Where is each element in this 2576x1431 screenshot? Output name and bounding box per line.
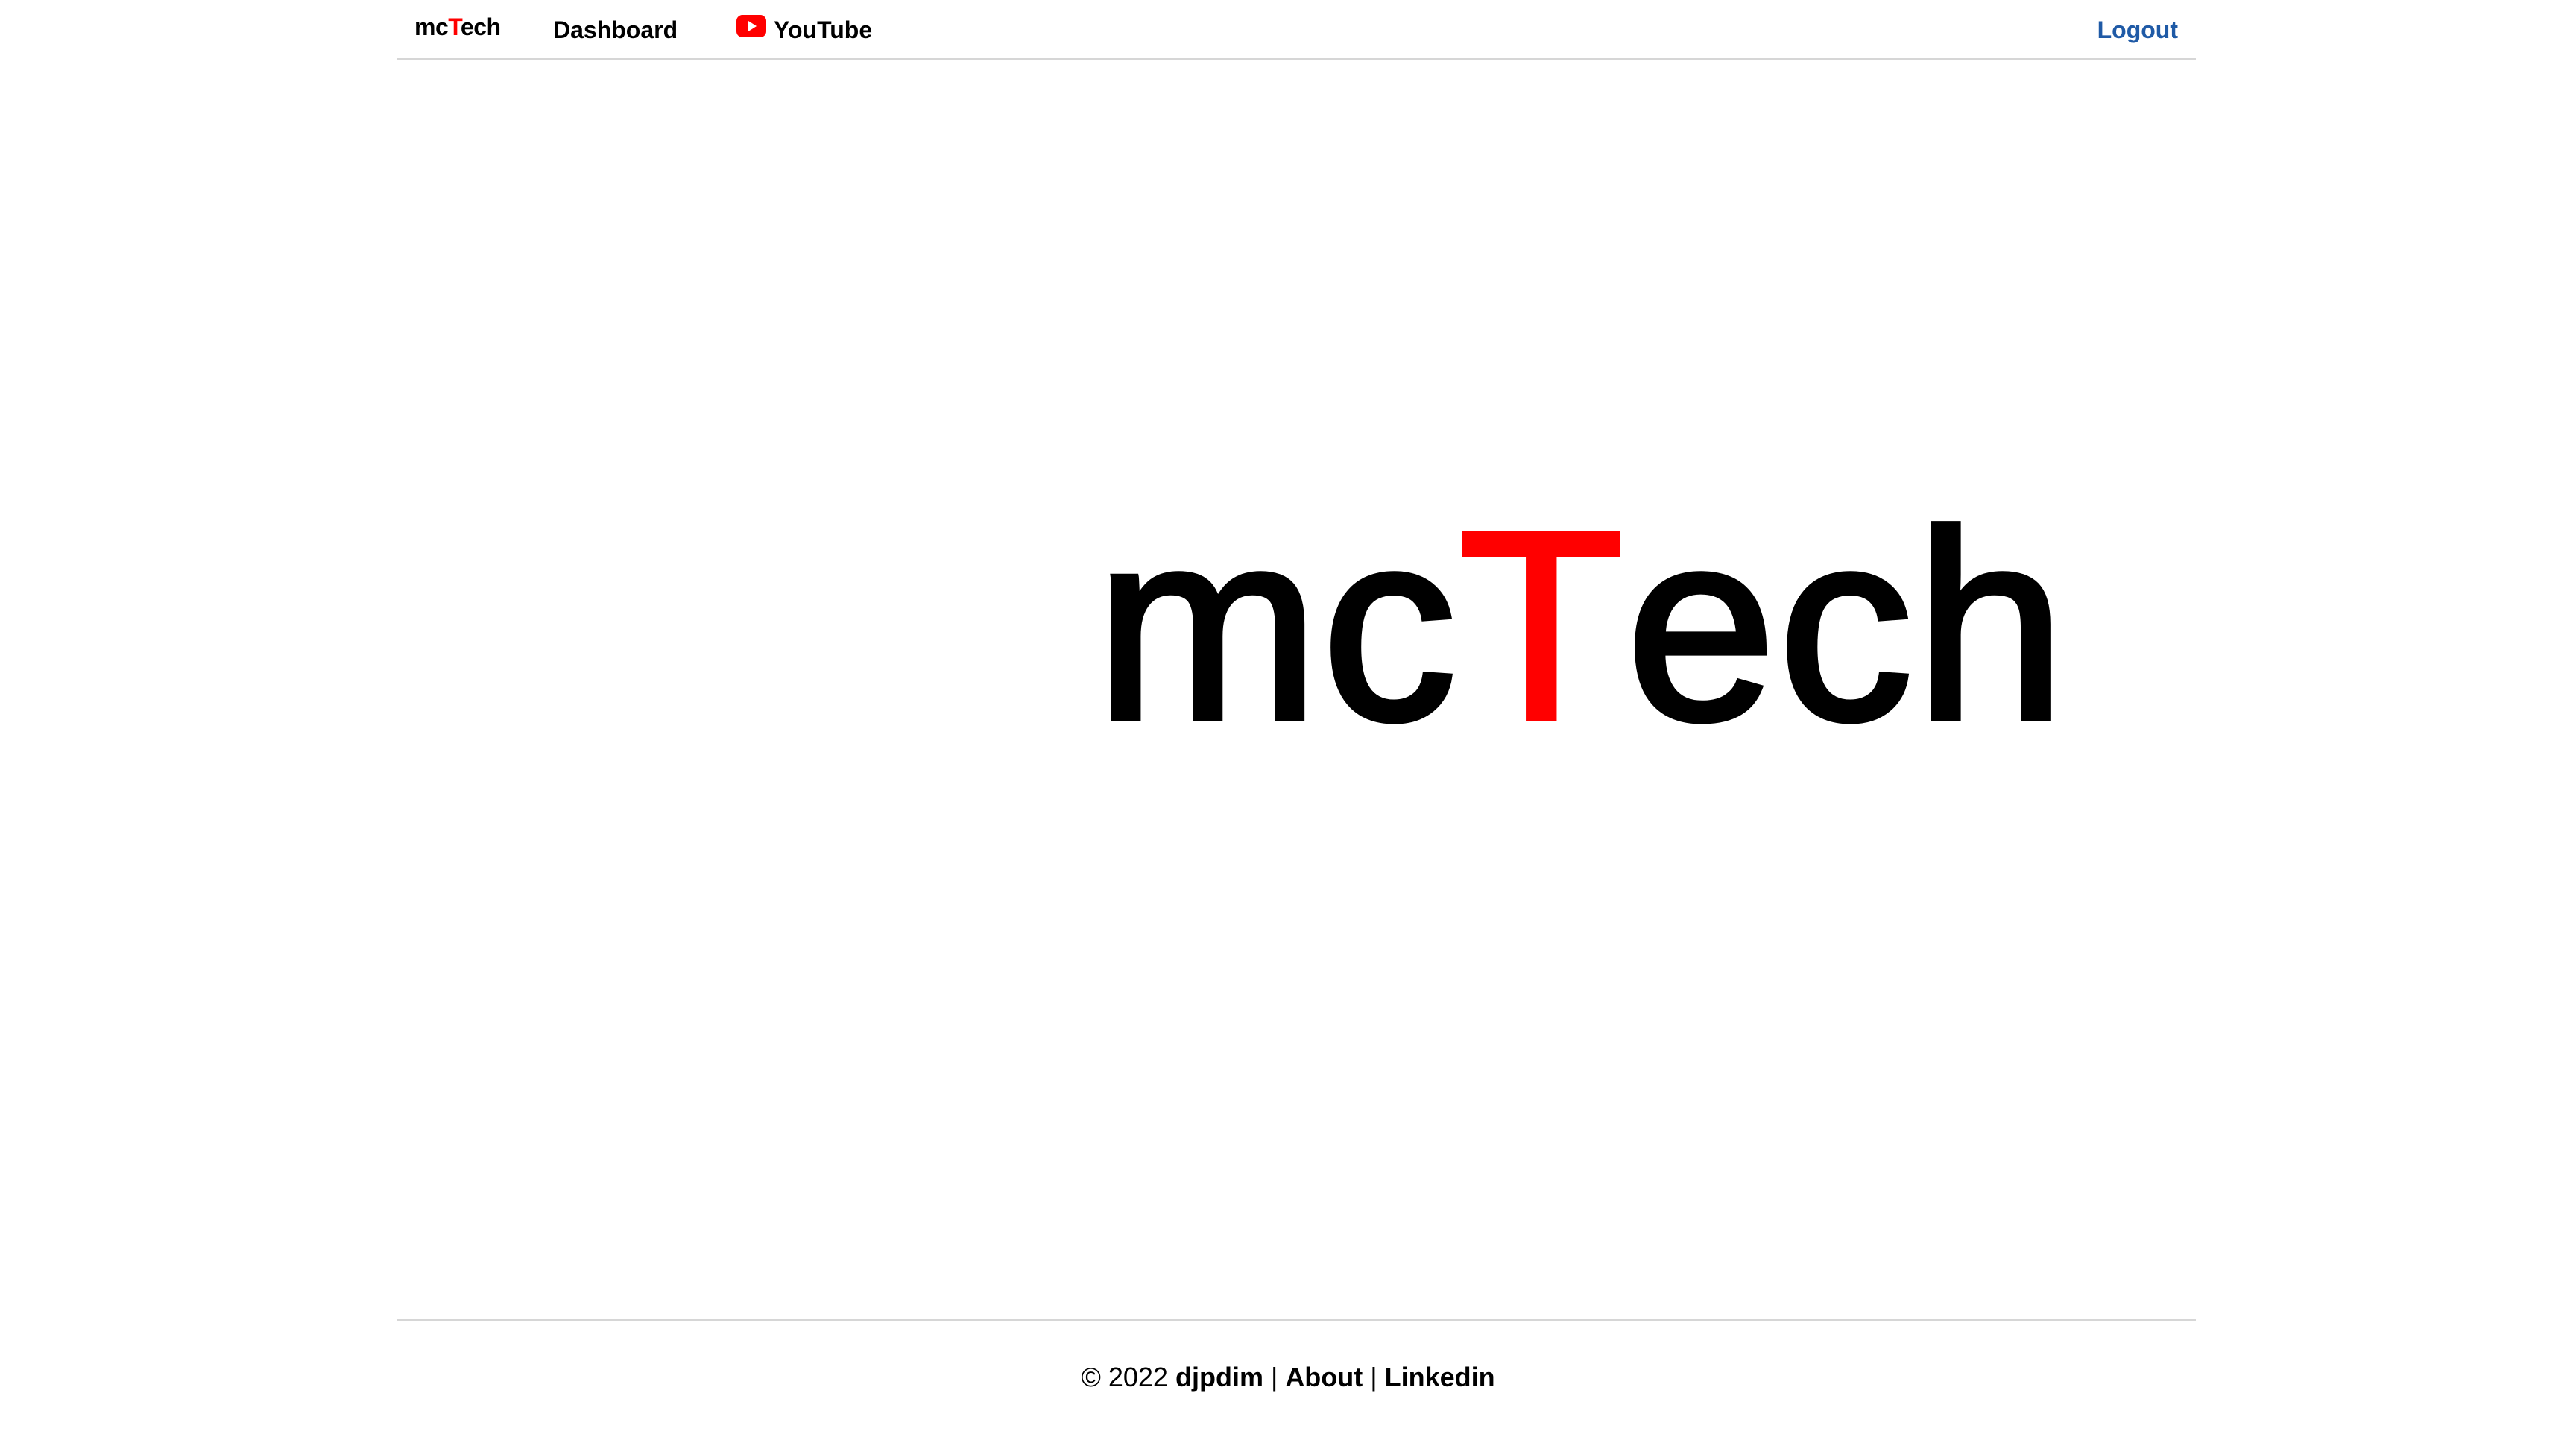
nav-youtube-label: YouTube: [774, 16, 873, 43]
footer-separator: |: [1370, 1362, 1377, 1392]
brand-suffix: ech: [460, 13, 501, 40]
footer-author-link[interactable]: djpdim: [1175, 1362, 1263, 1392]
hero-logo-highlight: T: [1456, 476, 1626, 776]
footer: © 2022 djpdim | About | Linkedin: [0, 1361, 2576, 1394]
hero-logo-prefix: mc: [1093, 476, 1459, 776]
logout-link[interactable]: Logout: [2097, 15, 2178, 45]
brand-link[interactable]: mcTech: [414, 12, 501, 42]
hero-logo-suffix: ech: [1623, 476, 2068, 776]
top-navbar: mcTech Dashboard YouTube Logout: [397, 0, 2196, 60]
youtube-play-icon: [736, 14, 766, 37]
page: mcTech Dashboard YouTube Logout mc Tech ©…: [0, 0, 2576, 1431]
nav-dashboard-link[interactable]: Dashboard: [553, 15, 678, 45]
footer-linkedin-link[interactable]: Linkedin: [1385, 1362, 1495, 1392]
nav-youtube-link[interactable]: YouTube: [736, 15, 872, 45]
footer-separator: |: [1270, 1362, 1278, 1392]
brand-prefix: mc: [414, 13, 449, 40]
hero-logo: mc Tech: [1093, 489, 2068, 763]
footer-about-link[interactable]: About: [1285, 1362, 1363, 1392]
brand-highlight: T: [448, 13, 461, 40]
footer-divider: [397, 1319, 2196, 1321]
footer-copyright: © 2022: [1081, 1362, 1168, 1392]
